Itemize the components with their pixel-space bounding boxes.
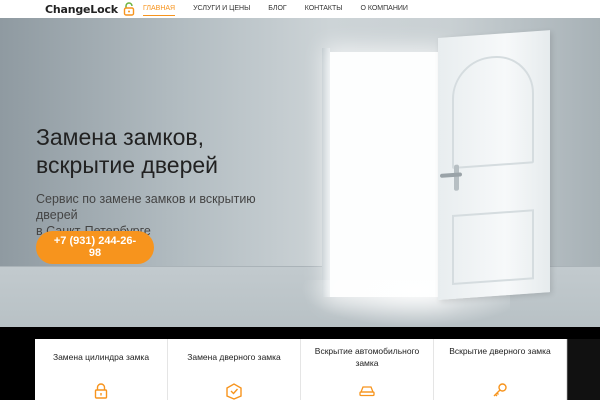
services-section: Замена цилиндра замка Замена дверного за… (0, 327, 600, 400)
service-card-title: Замена цилиндра замка (52, 352, 150, 362)
logo[interactable]: ChangeLock (45, 2, 135, 16)
open-doorway-light (330, 52, 442, 297)
service-card-door-lock-replace[interactable]: Замена дверного замка (168, 339, 301, 400)
service-card-cylinder[interactable]: Замена цилиндра замка (35, 339, 168, 400)
phone-number-line1: +7 (931) 244-26- (53, 235, 137, 247)
door-lock-box-icon (226, 383, 242, 400)
hero-title-line2: вскрытие дверей (36, 152, 219, 178)
logo-text: ChangeLock (45, 2, 118, 16)
door-handle-plate (454, 164, 459, 191)
next-card-edge (567, 339, 600, 400)
service-cards: Замена цилиндра замка Замена дверного за… (35, 339, 567, 400)
service-card-title: Вскрытие автомобильного замка (314, 346, 420, 368)
nav-item-about[interactable]: О КОМПАНИИ (360, 0, 407, 18)
door-frame (322, 48, 330, 297)
nav-item-contacts[interactable]: КОНТАКТЫ (305, 0, 343, 18)
nav-item-blog[interactable]: БЛОГ (268, 0, 286, 18)
car-icon (359, 386, 375, 397)
hero-banner: Замена замков, вскрытие дверей Сервис по… (0, 18, 600, 327)
padlock-icon (123, 2, 135, 16)
hero-subtitle-line1: Сервис по замене замков и вскрытию двере… (36, 192, 256, 222)
hero-title-line1: Замена замков, (36, 124, 205, 150)
door-panel-bottom (452, 209, 534, 286)
service-card-car-lock[interactable]: Вскрытие автомобильного замка (301, 339, 434, 400)
lock-icon (94, 383, 108, 399)
service-card-door-lock-open[interactable]: Вскрытие дверного замка (434, 339, 567, 400)
service-card-title: Вскрытие дверного замка (449, 346, 551, 356)
hero-title: Замена замков, вскрытие дверей (36, 123, 296, 179)
phone-number-line2: 98 (88, 247, 102, 259)
open-door-image (438, 30, 550, 300)
key-icon (493, 383, 507, 397)
door-panel-top (452, 53, 534, 170)
site-header: ChangeLock ГЛАВНАЯ УСЛУГИ И ЦЕНЫ БЛОГ КО… (0, 0, 600, 18)
phone-call-button[interactable]: +7 (931) 244-26- 98 (36, 231, 154, 264)
main-nav: ГЛАВНАЯ УСЛУГИ И ЦЕНЫ БЛОГ КОНТАКТЫ О КО… (143, 0, 426, 18)
nav-item-services[interactable]: УСЛУГИ И ЦЕНЫ (193, 0, 250, 18)
service-card-title: Замена дверного замка (187, 352, 281, 362)
nav-item-home[interactable]: ГЛАВНАЯ (143, 0, 176, 18)
